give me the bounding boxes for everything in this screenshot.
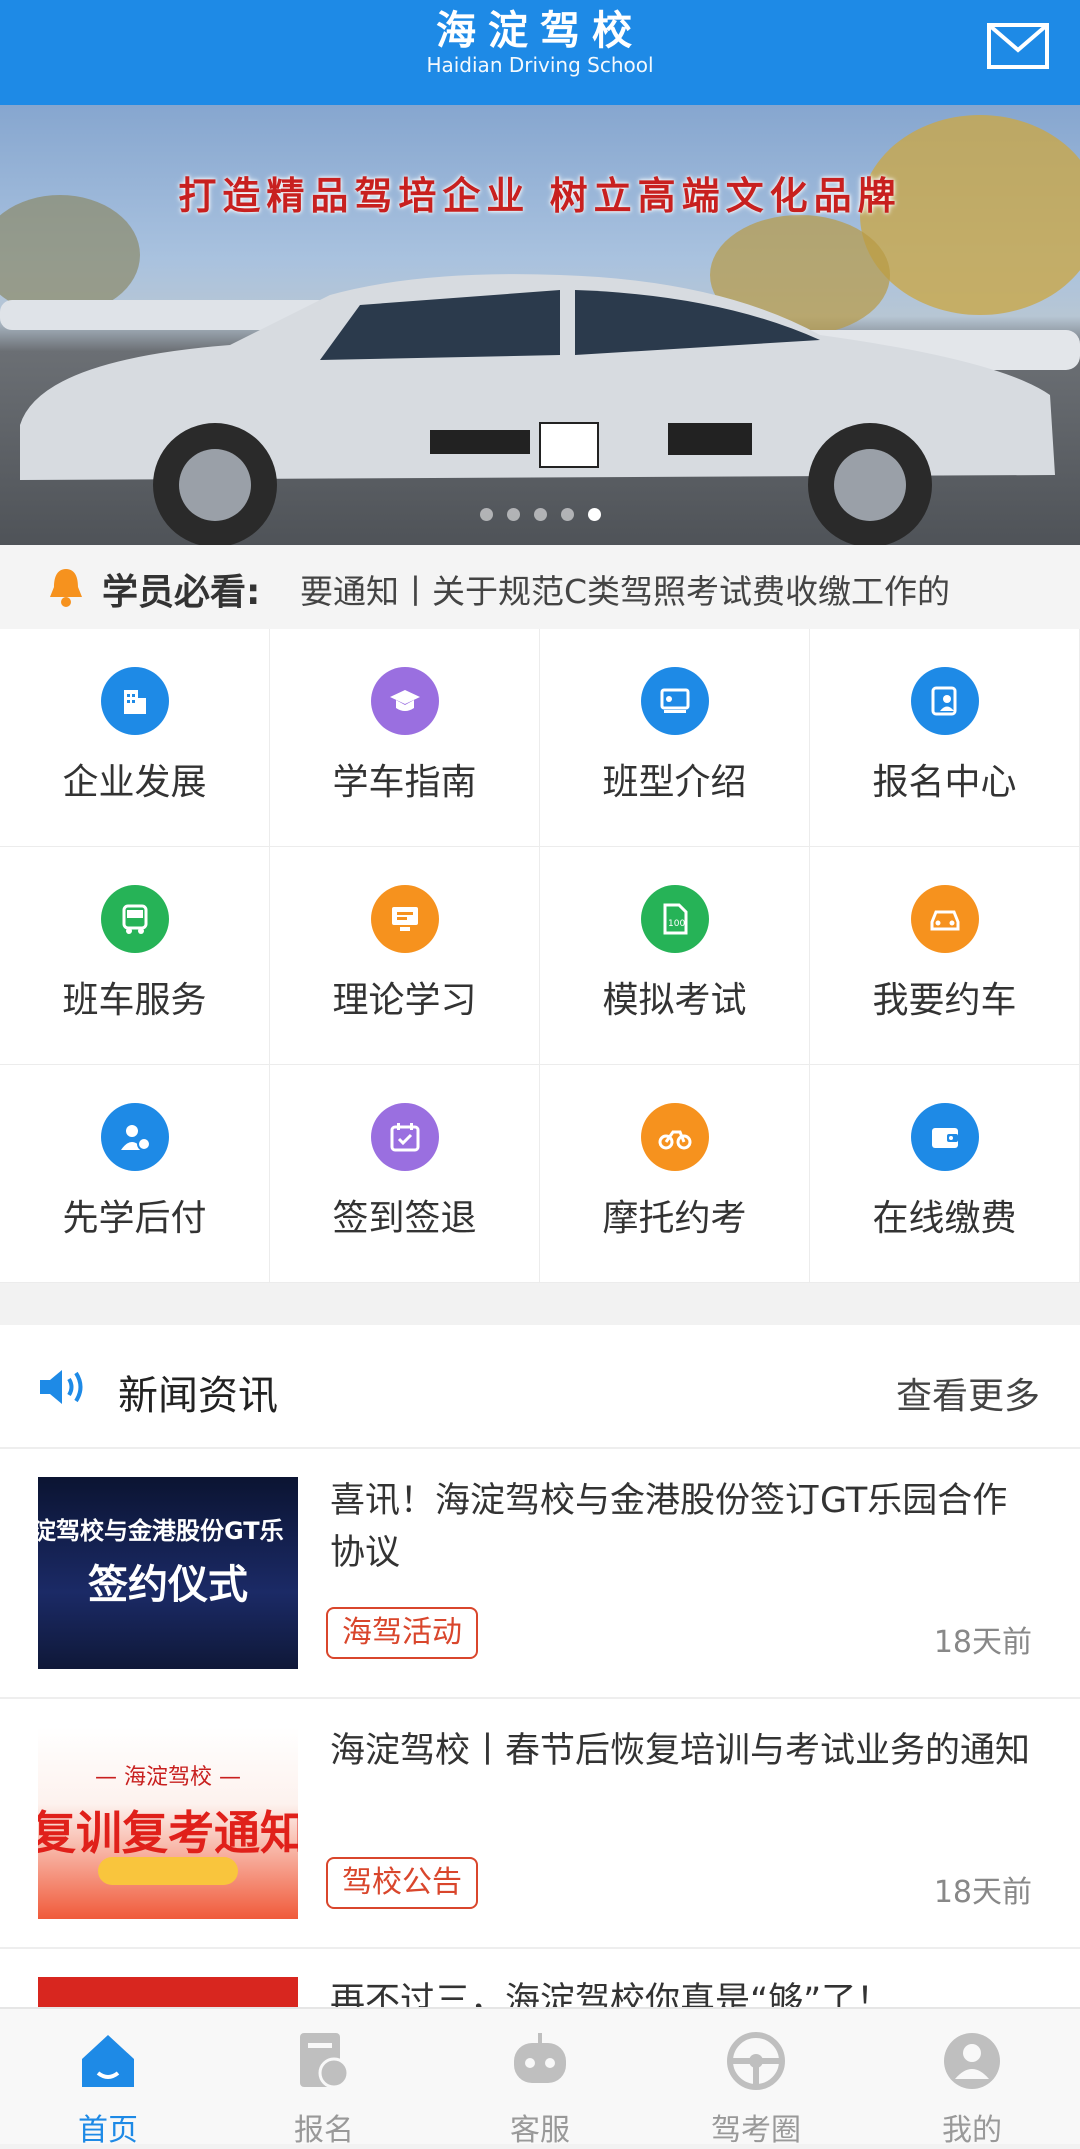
banner-slogan: 打造精品驾培企业 树立高端文化品牌 — [178, 173, 902, 218]
speaker-icon — [40, 1370, 83, 1404]
bus-icon — [100, 885, 169, 953]
news-header: 新闻资讯 查看更多 — [0, 1325, 1080, 1449]
grid-item-label: 在线缴费 — [872, 1198, 1017, 1239]
steering-wheel-icon — [727, 2032, 785, 2090]
news-item[interactable]: 海淀驾校与金港股份GT乐 签约仪式 喜讯！海淀驾校与金港股份签订GT乐园合作协议… — [0, 1447, 1080, 1699]
news-thumbnail — [38, 1977, 298, 2007]
tab-label: 报名 — [294, 2113, 354, 2148]
logo-cn-text: 海淀驾校 — [436, 7, 644, 54]
app-header: 海淀驾校 Haidian Driving School — [0, 0, 1080, 105]
grid-item-shuttle[interactable]: 班车服务 — [0, 847, 270, 1065]
news-item-tag: 驾校公告 — [326, 1857, 478, 1909]
grid-item-label: 报名中心 — [872, 762, 1017, 803]
tab-label: 我的 — [942, 2113, 1002, 2148]
news-thumbnail: — 海淀驾校 — 复训复考通知 — [38, 1727, 298, 1919]
tab-label: 驾考圈 — [711, 2113, 801, 2148]
grid-item-label: 摩托约考 — [602, 1198, 747, 1239]
news-section-title: 新闻资讯 — [118, 1373, 278, 1419]
grid-item-label: 理论学习 — [332, 980, 477, 1021]
view-more-link[interactable]: 查看更多 — [896, 1367, 1040, 1419]
tab-driving-circle[interactable]: 驾考圈 — [648, 2009, 864, 2148]
carousel-dot[interactable] — [533, 508, 547, 521]
news-item-title: 再不过三，海淀驾校你真是“够”了！ — [330, 1981, 892, 2007]
grid-item-label: 签到签退 — [332, 1198, 477, 1239]
grid-item-label: 先学后付 — [62, 1198, 207, 1239]
function-grid: 企业发展 学车指南 班型介绍 报名中心 班车服务 理论学习 100 模拟考试 我… — [0, 629, 1080, 1283]
car-icon — [910, 885, 979, 953]
news-item[interactable]: 再不过三，海淀驾校你真是“够”了！ — [0, 1947, 1080, 2007]
grid-item-class-types[interactable]: 班型介绍 — [540, 629, 810, 847]
thumbnail-headline: 复训复考通知 — [38, 1806, 298, 1860]
news-item-time: 18天前 — [933, 1625, 1032, 1660]
tab-home[interactable]: 首页 — [0, 2009, 216, 2148]
thumbnail-caption: — 海淀驾校 — — [95, 1765, 241, 1790]
grid-item-learn-pay-later[interactable]: 先学后付 — [0, 1065, 270, 1283]
grid-item-mock-exam[interactable]: 100 模拟考试 — [540, 847, 810, 1065]
signup-icon — [910, 667, 979, 735]
carousel-dot-active[interactable] — [587, 508, 601, 521]
notice-marquee-text[interactable]: 要通知丨关于规范C类驾照考试费收缴工作的 — [300, 565, 980, 613]
news-item-title: 海淀驾校丨春节后恢复培训与考试业务的通知 — [330, 1731, 1031, 1771]
news-item[interactable]: — 海淀驾校 — 复训复考通知 海淀驾校丨春节后恢复培训与考试业务的通知 驾校公… — [0, 1697, 1080, 1949]
notice-bar[interactable]: 学员必看: 要通知丨关于规范C类驾照考试费收缴工作的 — [0, 545, 1080, 629]
carousel-dot[interactable] — [506, 508, 520, 521]
promo-banner[interactable]: 打造精品驾培企业 树立高端文化品牌 — [0, 105, 1080, 545]
grid-item-label: 班车服务 — [62, 980, 207, 1021]
grid-item-enterprise[interactable]: 企业发展 — [0, 629, 270, 847]
grid-item-label: 模拟考试 — [602, 980, 747, 1021]
grid-item-label: 企业发展 — [62, 762, 207, 803]
app-logo: 海淀驾校 Haidian Driving School — [0, 7, 1080, 77]
grid-item-book-car[interactable]: 我要约车 — [810, 847, 1080, 1065]
monitor-icon — [370, 885, 439, 953]
grid-item-registration[interactable]: 报名中心 — [810, 629, 1080, 847]
news-section: 新闻资讯 查看更多 海淀驾校与金港股份GT乐 签约仪式 喜讯！海淀驾校与金港股份… — [0, 1325, 1080, 2007]
carousel-dot[interactable] — [560, 508, 574, 521]
carousel-dot[interactable] — [479, 508, 493, 521]
payuser-icon — [100, 1103, 169, 1171]
thumbnail-headline: 签约仪式 — [88, 1562, 248, 1608]
calendar-icon — [370, 1103, 439, 1171]
logo-en-text: Haidian Driving School — [426, 53, 654, 77]
tab-register[interactable]: 报名 — [216, 2009, 432, 2148]
grid-item-online-payment[interactable]: 在线缴费 — [810, 1065, 1080, 1283]
thumbnail-button-shape — [98, 1857, 238, 1885]
grid-item-label: 学车指南 — [332, 762, 477, 803]
wallet-icon — [910, 1103, 979, 1171]
news-item-time: 18天前 — [933, 1875, 1032, 1910]
thumbnail-caption: 海淀驾校与金港股份GT乐 — [38, 1517, 284, 1545]
grid-item-motorcycle-exam[interactable]: 摩托约考 — [540, 1065, 810, 1283]
exam-icon: 100 — [640, 885, 709, 953]
motorcycle-icon — [640, 1103, 709, 1171]
grid-item-label: 我要约车 — [872, 980, 1017, 1021]
mail-icon[interactable] — [986, 22, 1050, 70]
building-icon — [100, 667, 169, 735]
grid-item-guide[interactable]: 学车指南 — [270, 629, 540, 847]
robot-icon — [514, 2033, 566, 2083]
grid-item-theory[interactable]: 理论学习 — [270, 847, 540, 1065]
classroom-icon — [640, 667, 709, 735]
bottom-tab-bar: 首页 报名 客服 驾考圈 我的 — [0, 2007, 1080, 2148]
signup-icon — [300, 2033, 350, 2089]
home-icon — [82, 2035, 134, 2087]
tab-customer-service[interactable]: 客服 — [432, 2009, 648, 2148]
grid-item-check-in[interactable]: 签到签退 — [270, 1065, 540, 1283]
news-thumbnail: 海淀驾校与金港股份GT乐 签约仪式 — [38, 1477, 298, 1669]
grid-item-label: 班型介绍 — [602, 762, 747, 803]
tab-label: 客服 — [510, 2113, 570, 2148]
tab-profile[interactable]: 我的 — [864, 2009, 1080, 2148]
graduation-icon — [370, 667, 439, 735]
bell-icon — [50, 569, 82, 607]
news-item-title: 喜讯！海淀驾校与金港股份签订GT乐园合作协议 — [330, 1481, 1008, 1573]
carousel-indicator — [0, 506, 1080, 525]
news-item-tag: 海驾活动 — [326, 1607, 478, 1659]
notice-label: 学员必看: — [102, 572, 261, 613]
svg-text:100: 100 — [668, 919, 685, 929]
tab-label: 首页 — [78, 2113, 138, 2148]
profile-icon — [944, 2033, 1000, 2089]
